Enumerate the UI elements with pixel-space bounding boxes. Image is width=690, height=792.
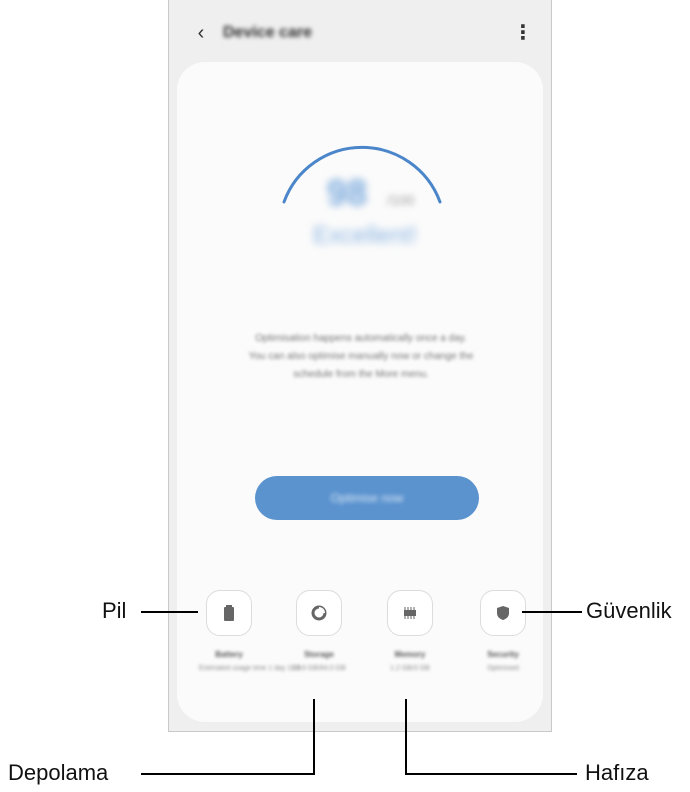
- device-care-card: 98 /100 Excellent! Optimisation happens …: [177, 62, 543, 722]
- tile-label: Battery: [215, 650, 243, 659]
- back-arrow-icon[interactable]: ‹: [189, 20, 213, 46]
- description-line: You can also optimise manually now or ch…: [248, 351, 474, 362]
- tile-value: Estimated usage time 1 day 10 h: [199, 665, 301, 672]
- tile-battery[interactable]: Battery Estimated usage time 1 day 10 h: [199, 590, 301, 672]
- optimize-now-label: Optimise now: [330, 491, 404, 505]
- callout-line-storage: [141, 773, 315, 775]
- callout-line-memory: [405, 699, 407, 775]
- callout-label-storage: Depolama: [8, 760, 109, 785]
- tile-label: Storage: [304, 650, 334, 659]
- tile-security[interactable]: Security Optimised: [473, 590, 533, 672]
- tile-label: Memory: [394, 650, 426, 659]
- tile-value: Optimised: [487, 665, 519, 672]
- callout-label-battery: Pil: [102, 598, 127, 623]
- score-value: 98: [327, 172, 368, 213]
- callout-label-memory: Hafıza: [585, 760, 649, 785]
- optimize-now-button[interactable]: Optimise now: [255, 476, 479, 520]
- shield-icon: [480, 590, 526, 636]
- device-screen: ‹ Device care ⋮ 98 /100 Excellent! Optim…: [168, 0, 552, 732]
- tile-value: 1.2 GB/3 GB: [390, 665, 430, 672]
- score-unit: /100: [387, 192, 415, 208]
- callout-label-security: Güvenlik: [586, 598, 672, 623]
- callout-line-memory: [405, 773, 577, 775]
- tile-value: 18.6 GB/64.0 GB: [292, 665, 346, 672]
- more-options-icon[interactable]: ⋮: [513, 20, 533, 46]
- tile-storage[interactable]: Storage 18.6 GB/64.0 GB: [289, 590, 349, 672]
- battery-icon: [206, 590, 252, 636]
- description-line: Optimisation happens automatically once …: [255, 333, 467, 344]
- callout-line-security: [522, 611, 582, 613]
- app-bar: ‹ Device care ⋮: [169, 0, 551, 64]
- score-status: Excellent!: [313, 222, 418, 249]
- tile-memory[interactable]: Memory 1.2 GB/3 GB: [380, 590, 440, 672]
- description-line: schedule from the More menu.: [293, 369, 429, 380]
- callout-line-battery: [141, 611, 198, 613]
- callout-line-storage: [313, 699, 315, 775]
- tile-label: Security: [487, 650, 519, 659]
- memory-chip-icon: [387, 590, 433, 636]
- storage-pie-icon: [296, 590, 342, 636]
- page-title: Device care: [223, 24, 312, 41]
- optimization-description: Optimisation happens automatically once …: [211, 330, 511, 384]
